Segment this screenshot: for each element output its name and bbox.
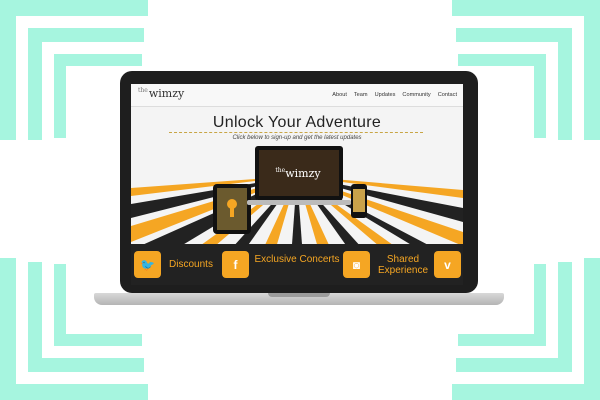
hero-subline: Click below to sign-up and get the lates… [232,135,362,141]
nav-link-contact[interactable]: Contact [438,92,457,98]
feature-exclusive-concerts-label: Exclusive Concerts [254,254,340,265]
inner-logo-prefix: the [275,167,286,174]
laptop-screen: thewimzy About Team Updates Community Co… [131,84,463,285]
features-bar: 🐦 Discounts f Exclusive Concerts ◙ Share… [131,244,463,285]
feature-discounts-label: Discounts [169,259,213,270]
site-nav-bar: thewimzy About Team Updates Community Co… [131,84,463,107]
feature-shared-experience-label: Shared Experience [377,254,429,276]
laptop-notch [268,293,330,297]
instagram-icon[interactable]: ◙ [343,251,370,278]
site-logo[interactable]: thewimzy [138,87,184,100]
nav-link-team[interactable]: Team [354,92,368,98]
inner-logo-name: wimzy [285,167,321,180]
logo-name: wimzy [148,87,185,100]
nav-link-about[interactable]: About [332,92,347,98]
logo-prefix: the [138,87,148,94]
tablet-device [213,184,251,234]
hero-headline: Unlock Your Adventure [212,114,382,131]
inner-laptop-logo: thewimzy [268,167,328,180]
hero-stripe-scene [131,146,463,258]
laptop-mockup: thewimzy About Team Updates Community Co… [0,0,600,400]
vimeo-icon[interactable]: v [434,251,461,278]
phone-device [351,184,367,218]
headline-divider [169,132,423,133]
facebook-icon[interactable]: f [222,251,249,278]
nav-link-community[interactable]: Community [402,92,430,98]
twitter-icon[interactable]: 🐦 [134,251,161,278]
nav-link-updates[interactable]: Updates [375,92,396,98]
nav-links: About Team Updates Community Contact [332,92,457,98]
